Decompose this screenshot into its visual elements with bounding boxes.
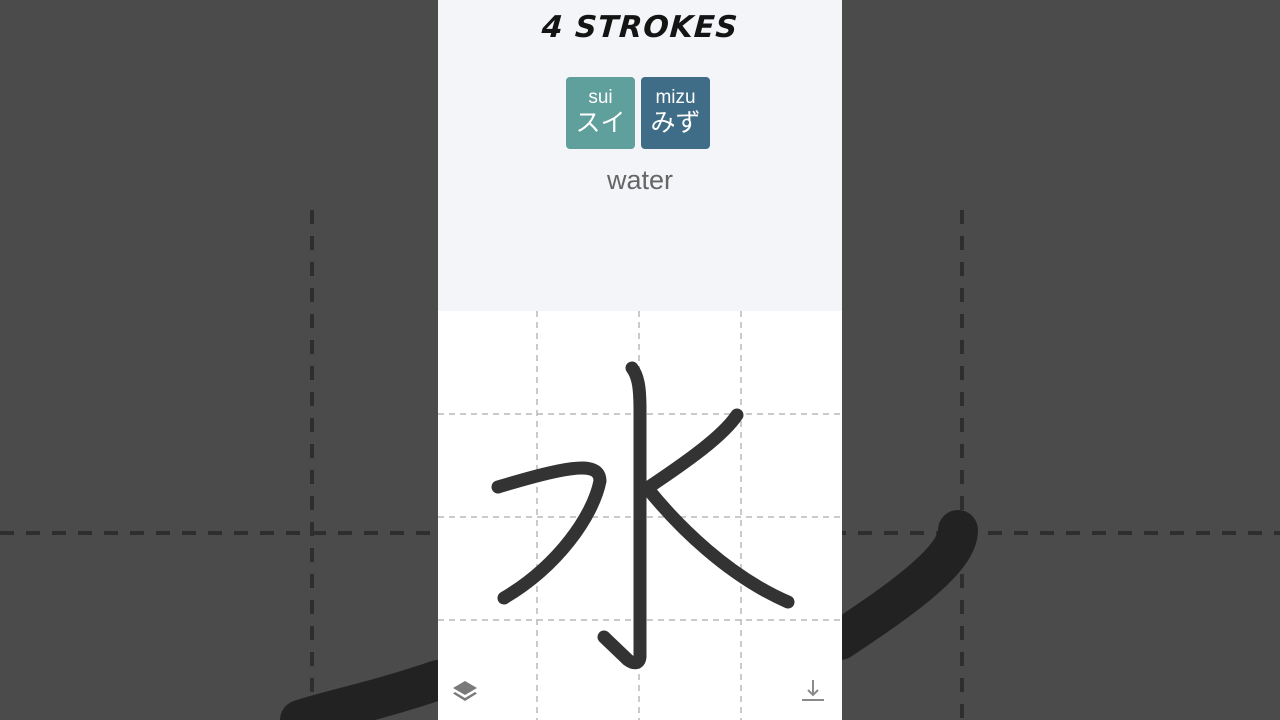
on-reading-chip[interactable]: sui スイ [566,77,635,149]
kun-reading-romaji: mizu [655,87,696,108]
kun-reading-kana: みず [650,108,701,137]
stroke-4 [641,482,795,609]
kanji-meaning: water [606,165,674,195]
stroke-3 [639,408,744,496]
kun-reading-chip[interactable]: mizu みず [641,77,710,149]
stroke-order-canvas[interactable] [438,311,842,720]
stroke-1 [597,361,647,670]
readings-row: sui スイ mizu みず [566,77,710,149]
kanji-card: 4 STROKES sui スイ mizu みず water [438,0,842,720]
stroke-2 [491,461,607,605]
stroke-count-title: 4 STROKES [540,10,740,45]
layers-icon[interactable] [450,676,480,706]
download-icon[interactable] [798,676,828,706]
on-reading-romaji: sui [588,87,613,108]
kanji-stroke-drawing [438,311,842,720]
on-reading-kana: スイ [575,108,626,137]
